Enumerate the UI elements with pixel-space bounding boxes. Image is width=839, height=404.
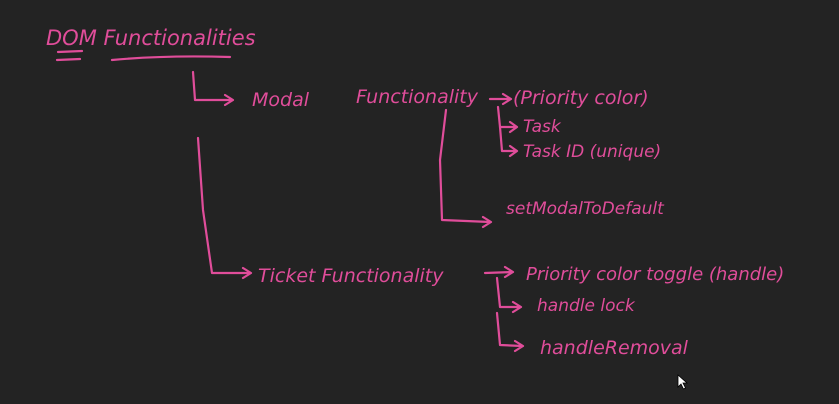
- modal-label: Modal: [252, 89, 310, 111]
- title-underline-long: [110, 55, 232, 62]
- branch-arrow-handle-lock: [495, 276, 523, 314]
- branch-arrow-set-modal-default: [438, 108, 493, 229]
- ticket-priority-toggle-item: Priority color toggle (handle): [526, 264, 784, 285]
- modal-priority-color-item: (Priority color): [513, 87, 649, 109]
- ticket-label: Ticket Functionality: [258, 265, 444, 287]
- modal-set-default-item: setModalToDefault: [506, 199, 665, 219]
- arrow-to-priority-toggle: [483, 265, 515, 279]
- title-underline-short: [56, 49, 84, 54]
- branch-arrow-handle-removal: [495, 311, 525, 353]
- ticket-handle-removal-item: handleRemoval: [540, 337, 689, 359]
- branch-arrow-task-id: [498, 125, 519, 158]
- arrow-to-priority-color: [488, 92, 513, 106]
- branch-arrow-modal: [191, 70, 235, 107]
- mouse-pointer-icon: [677, 374, 689, 390]
- title-underline-short-2: [55, 57, 82, 62]
- whiteboard-canvas: DOM Functionalities Modal Functionality …: [0, 0, 839, 404]
- branch-arrow-ticket: [196, 136, 253, 280]
- page-title: DOM Functionalities: [46, 26, 256, 50]
- modal-task-id-item: Task ID (unique): [523, 142, 661, 162]
- modal-task-item: Task: [523, 117, 562, 137]
- ticket-handle-lock-item: handle lock: [537, 296, 636, 316]
- modal-functionality-label: Functionality: [356, 86, 479, 108]
